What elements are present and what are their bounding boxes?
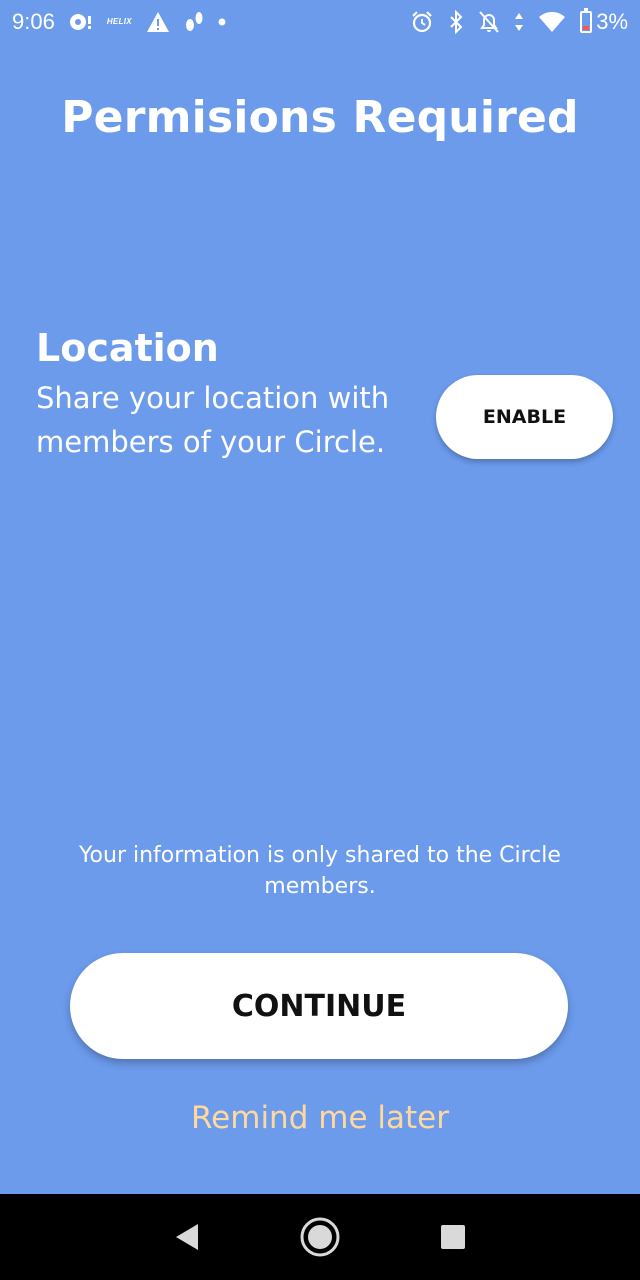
location-permission: Location Share your location with member… bbox=[36, 322, 436, 464]
status-right: 3% bbox=[410, 8, 628, 35]
back-icon[interactable] bbox=[163, 1213, 211, 1261]
status-bar: 9:06 HELIX 3% bbox=[0, 0, 640, 44]
status-left: 9:06 HELIX bbox=[12, 9, 226, 35]
bluetooth-icon bbox=[448, 10, 464, 34]
privacy-info-line2: members. bbox=[264, 874, 376, 899]
dot-icon bbox=[218, 10, 226, 34]
permission-description: Share your location with members of your… bbox=[36, 376, 436, 464]
notification-icon bbox=[69, 10, 93, 34]
status-time: 9:06 bbox=[12, 9, 55, 34]
remind-me-later-link[interactable]: Remind me later bbox=[0, 1100, 640, 1136]
steps-icon bbox=[184, 10, 204, 34]
privacy-info-line1: Your information is only shared to the C… bbox=[79, 843, 561, 868]
continue-button[interactable]: CONTINUE bbox=[70, 953, 568, 1059]
privacy-info-text: Your information is only shared to the C… bbox=[60, 840, 580, 902]
permission-title: Location bbox=[36, 326, 219, 370]
enable-location-button[interactable]: ENABLE bbox=[436, 375, 613, 459]
permission-description-line2: members of your Circle. bbox=[36, 425, 386, 459]
bell-off-icon bbox=[478, 10, 500, 34]
battery-group: 3% bbox=[580, 8, 628, 35]
warning-icon bbox=[146, 10, 170, 34]
wifi-icon bbox=[538, 10, 566, 34]
data-arrows-icon bbox=[514, 10, 524, 34]
recents-icon[interactable] bbox=[429, 1213, 477, 1261]
helix-app-icon: HELIX bbox=[106, 17, 132, 26]
page-title: Permisions Required bbox=[61, 92, 579, 143]
alarm-icon bbox=[410, 10, 434, 34]
battery-icon bbox=[580, 8, 593, 33]
navigation-bar bbox=[0, 1194, 640, 1280]
battery-percent: 3% bbox=[596, 9, 628, 34]
home-icon[interactable] bbox=[296, 1213, 344, 1261]
permission-description-line1: Share your location with bbox=[36, 381, 390, 415]
